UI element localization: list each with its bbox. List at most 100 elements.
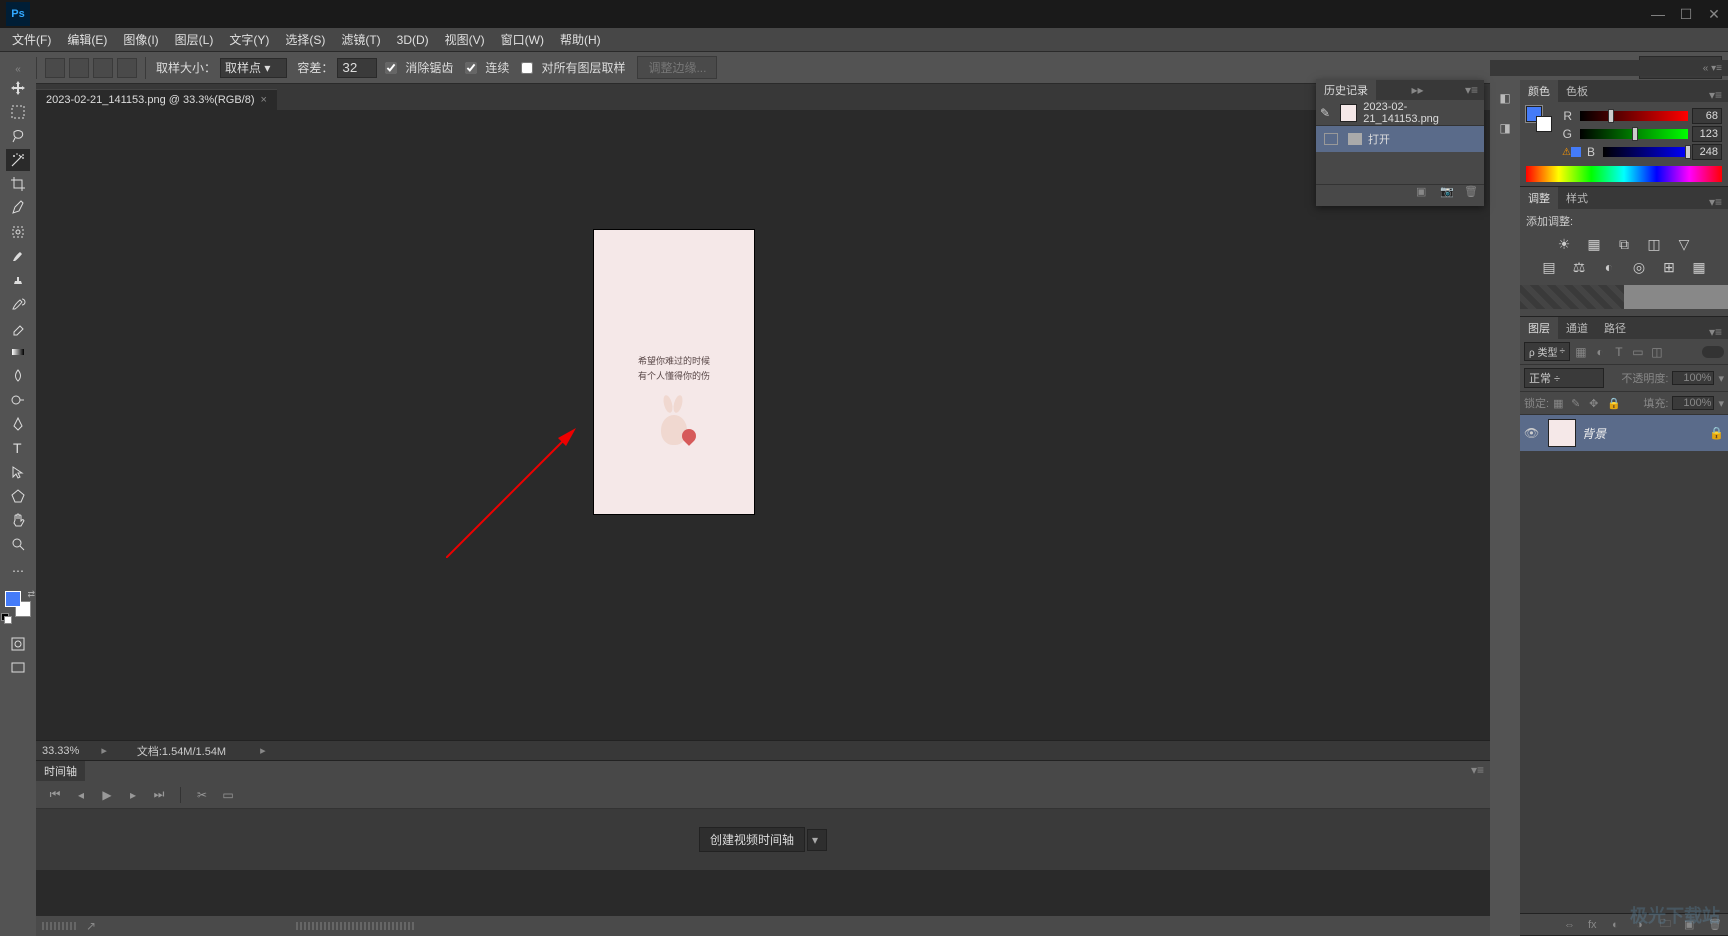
layer-filter-type[interactable]: ρ 类型 ÷ <box>1524 342 1570 361</box>
hand-tool[interactable] <box>6 509 30 531</box>
selection-subtract-icon[interactable] <box>93 58 113 78</box>
menu-image[interactable]: 图像(I) <box>115 28 166 51</box>
snapshot-icon[interactable]: 📷 <box>1440 185 1454 206</box>
g-value[interactable] <box>1692 126 1722 142</box>
link-layers-icon[interactable]: ⇔ <box>1564 919 1578 931</box>
zoom-tool[interactable] <box>6 533 30 555</box>
gamut-warning-icon[interactable]: ⚠ <box>1562 147 1571 158</box>
screen-mode-icon[interactable] <box>6 657 30 679</box>
tolerance-input[interactable] <box>337 58 377 78</box>
quick-mask-icon[interactable] <box>6 633 30 655</box>
menu-file[interactable]: 文件(F) <box>4 28 59 51</box>
brush-tool[interactable] <box>6 245 30 267</box>
timeline-first-icon[interactable]: ⏮ <box>46 787 64 803</box>
history-source-row[interactable]: ✎ 2023-02-21_141153.png <box>1316 100 1484 126</box>
document-tab[interactable]: 2023-02-21_141153.png @ 33.3%(RGB/8) × <box>36 89 277 110</box>
blend-mode-select[interactable]: 正常 ÷ <box>1524 368 1604 388</box>
history-menu-icon[interactable]: ▾≡ <box>1459 83 1484 97</box>
layer-visibility-icon[interactable]: 👁 <box>1524 426 1542 440</box>
layers-menu-icon[interactable]: ▾≡ <box>1703 325 1728 339</box>
default-colors-icon[interactable] <box>1 613 11 623</box>
color-panel-swatches[interactable] <box>1526 106 1552 132</box>
timeline-transition-icon[interactable]: ▭ <box>219 787 237 803</box>
history-step-row[interactable]: 打开 <box>1316 126 1484 152</box>
lasso-tool[interactable] <box>6 125 30 147</box>
new-layer-icon[interactable]: ▣ <box>1684 918 1698 931</box>
paths-tab[interactable]: 路径 <box>1596 317 1634 339</box>
photo-filter-icon[interactable]: ◎ <box>1629 258 1649 276</box>
pen-tool[interactable] <box>6 413 30 435</box>
g-slider[interactable] <box>1580 129 1688 139</box>
timeline-next-icon[interactable]: ▸ <box>124 787 142 803</box>
zoom-level[interactable]: 33.33% <box>42 745 79 757</box>
healing-brush-tool[interactable] <box>6 221 30 243</box>
color-panel-menu-icon[interactable]: ▾≡ <box>1703 88 1728 102</box>
contiguous-checkbox[interactable] <box>465 62 477 74</box>
lock-pixels-icon[interactable]: ✎ <box>1571 397 1585 410</box>
layer-fx-icon[interactable]: fx <box>1588 919 1602 931</box>
new-adjustment-icon[interactable]: ◑ <box>1636 919 1650 931</box>
sample-size-select[interactable]: 取样点 ▾ <box>220 58 287 78</box>
eyedropper-tool[interactable] <box>6 197 30 219</box>
adjustments-tab[interactable]: 调整 <box>1520 187 1558 209</box>
fill-value[interactable]: 100% <box>1672 396 1714 410</box>
selection-new-icon[interactable] <box>45 58 65 78</box>
lock-position-icon[interactable]: ✥ <box>1589 397 1603 410</box>
timeline-cut-icon[interactable]: ✂ <box>193 787 211 803</box>
menu-help[interactable]: 帮助(H) <box>552 28 609 51</box>
menu-type[interactable]: 文字(Y) <box>221 28 277 51</box>
edit-toolbar-icon[interactable]: ⋯ <box>6 560 30 582</box>
canvas-viewport[interactable]: 希望你难过的时候 有个人懂得你的伤 <box>36 110 1490 740</box>
create-timeline-dropdown-icon[interactable]: ▾ <box>807 829 827 851</box>
menu-filter[interactable]: 滤镜(T) <box>333 28 388 51</box>
bottom-arrow-icon[interactable]: ↗ <box>86 919 96 933</box>
color-swatches[interactable]: ⇄ <box>5 591 31 617</box>
new-doc-from-state-icon[interactable]: ▣ <box>1416 185 1430 206</box>
color-ramp[interactable] <box>1526 166 1722 182</box>
layer-mask-icon[interactable]: ◐ <box>1612 919 1626 931</box>
filter-toggle[interactable] <box>1702 346 1724 358</box>
shape-tool[interactable] <box>6 485 30 507</box>
delete-state-icon[interactable]: 🗑 <box>1464 185 1478 206</box>
menu-3d[interactable]: 3D(D) <box>389 30 437 50</box>
adjustments-menu-icon[interactable]: ▾≡ <box>1703 195 1728 209</box>
color-bg-swatch[interactable] <box>1536 116 1552 132</box>
vibrance-icon[interactable]: ▽ <box>1674 235 1694 253</box>
channel-mixer-icon[interactable]: ⊞ <box>1659 258 1679 276</box>
marquee-tool[interactable] <box>6 101 30 123</box>
status-arrow2-icon[interactable]: ▸ <box>260 744 266 757</box>
create-video-timeline-button[interactable]: 创建视频时间轴 <box>699 827 805 852</box>
doc-size[interactable]: 文档:1.54M/1.54M <box>137 743 226 759</box>
status-arrow-icon[interactable]: ▸ <box>101 744 107 757</box>
antialias-checkbox[interactable] <box>385 62 397 74</box>
r-value[interactable] <box>1692 108 1722 124</box>
menu-window[interactable]: 窗口(W) <box>493 28 552 51</box>
timeline-play-icon[interactable]: ▶ <box>98 787 116 803</box>
menu-view[interactable]: 视图(V) <box>437 28 493 51</box>
layer-thumbnail[interactable] <box>1548 419 1576 447</box>
menu-edit[interactable]: 编辑(E) <box>59 28 115 51</box>
move-tool[interactable] <box>6 77 30 99</box>
toolbox-collapse-icon[interactable]: « <box>3 64 33 74</box>
curves-icon[interactable]: ⧉ <box>1614 235 1634 253</box>
dodge-tool[interactable] <box>6 389 30 411</box>
b-value[interactable] <box>1692 144 1722 160</box>
swap-colors-icon[interactable]: ⇄ <box>27 589 35 600</box>
delete-layer-icon[interactable]: 🗑 <box>1708 918 1722 931</box>
timeline-prev-icon[interactable]: ◂ <box>72 787 90 803</box>
history-panel[interactable]: 历史记录 ▸▸ ▾≡ ✎ 2023-02-21_141153.png 打开 ▣ … <box>1316 80 1484 206</box>
filter-smart-icon[interactable]: ◫ <box>1649 344 1665 360</box>
menu-layer[interactable]: 图层(L) <box>167 28 222 51</box>
mini-history-icon[interactable]: ◧ <box>1493 84 1517 112</box>
opacity-value[interactable]: 100% <box>1672 371 1714 385</box>
clone-stamp-tool[interactable] <box>6 269 30 291</box>
minimize-button[interactable]: — <box>1644 4 1672 24</box>
filter-pixel-icon[interactable]: ▦ <box>1573 344 1589 360</box>
timeline-last-icon[interactable]: ⏭ <box>150 787 168 803</box>
exposure-icon[interactable]: ◫ <box>1644 235 1664 253</box>
history-tab[interactable]: 历史记录 <box>1316 79 1376 101</box>
timeline-tab[interactable]: 时间轴 <box>36 761 85 781</box>
hue-icon[interactable]: ▤ <box>1539 258 1559 276</box>
filter-type-icon[interactable]: T <box>1611 344 1627 360</box>
layer-row[interactable]: 👁 背景 🔒 <box>1520 415 1728 451</box>
